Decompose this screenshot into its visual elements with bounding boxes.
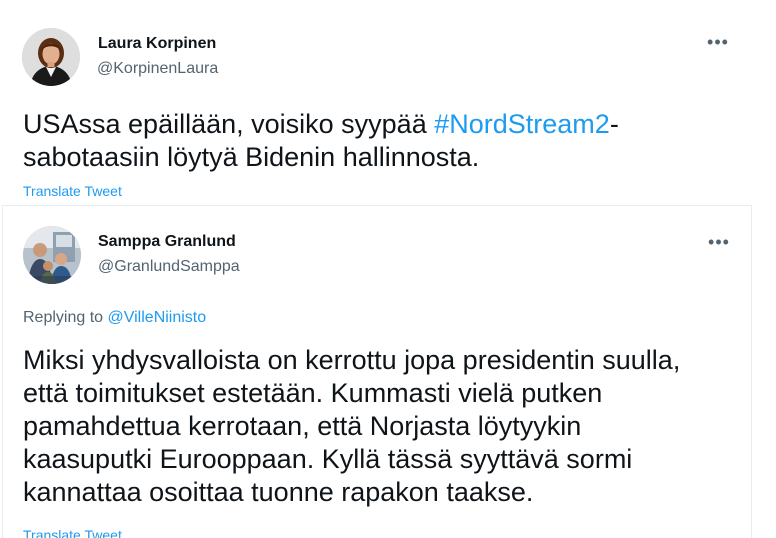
tweet-laura-korpinen[interactable]: Laura Korpinen @KorpinenLaura ••• USAssa… bbox=[0, 0, 776, 204]
hashtag-link[interactable]: #NordStream2 bbox=[434, 109, 610, 139]
author-name[interactable]: Laura Korpinen bbox=[98, 34, 216, 54]
translate-tweet-link[interactable]: Translate Tweet bbox=[23, 182, 122, 200]
more-options-button[interactable]: ••• bbox=[703, 230, 735, 254]
mention-link[interactable]: @VilleNiinisto bbox=[108, 309, 207, 326]
translate-tweet-link[interactable]: Translate Tweet bbox=[23, 526, 122, 538]
tweet-text-line: sabotaasiin löytyä Bidenin hallinnosta. bbox=[23, 142, 480, 172]
profile-photo-icon bbox=[22, 28, 80, 86]
avatar[interactable] bbox=[23, 226, 81, 284]
tweet-text: USAssa epäillään, voisiko syypää #NordSt… bbox=[23, 108, 619, 174]
author-handle[interactable]: @KorpinenLaura bbox=[97, 59, 218, 79]
tweet-text-fragment: - bbox=[609, 109, 619, 139]
author-handle[interactable]: @GranlundSamppa bbox=[98, 257, 240, 277]
more-horizontal-icon: ••• bbox=[707, 32, 729, 52]
tweet-text-line: USAssa epäillään, voisiko syypää #NordSt… bbox=[23, 108, 619, 141]
author-name[interactable]: Samppa Granlund bbox=[98, 232, 236, 252]
tweet-samppa-granlund[interactable]: Samppa Granlund @GranlundSamppa ••• Repl… bbox=[2, 205, 752, 538]
tweet-text: Miksi yhdysvalloista on kerrottu jopa pr… bbox=[23, 344, 680, 509]
more-options-button[interactable]: ••• bbox=[702, 30, 734, 54]
tweet-text-line: että toimitukset estetään. Kummasti viel… bbox=[23, 378, 603, 408]
tweet-text-line: Miksi yhdysvalloista on kerrottu jopa pr… bbox=[23, 345, 681, 375]
tweet-text-line: kannattaa osoittaa tuonne rapakon taakse… bbox=[23, 477, 534, 507]
replying-to: Replying to @VilleNiinisto bbox=[23, 308, 206, 328]
profile-photo-icon bbox=[23, 226, 81, 284]
avatar[interactable] bbox=[22, 28, 80, 86]
tweet-text-line: kaasuputki Eurooppaan. Kyllä tässä syytt… bbox=[23, 444, 633, 474]
more-horizontal-icon: ••• bbox=[708, 232, 730, 252]
tweet-text-line: pamahdettua kerrotaan, että Norjasta löy… bbox=[23, 411, 582, 441]
tweet-text-fragment: USAssa epäillään, voisiko syypää bbox=[23, 109, 435, 139]
replying-to-label: Replying to bbox=[23, 309, 108, 326]
